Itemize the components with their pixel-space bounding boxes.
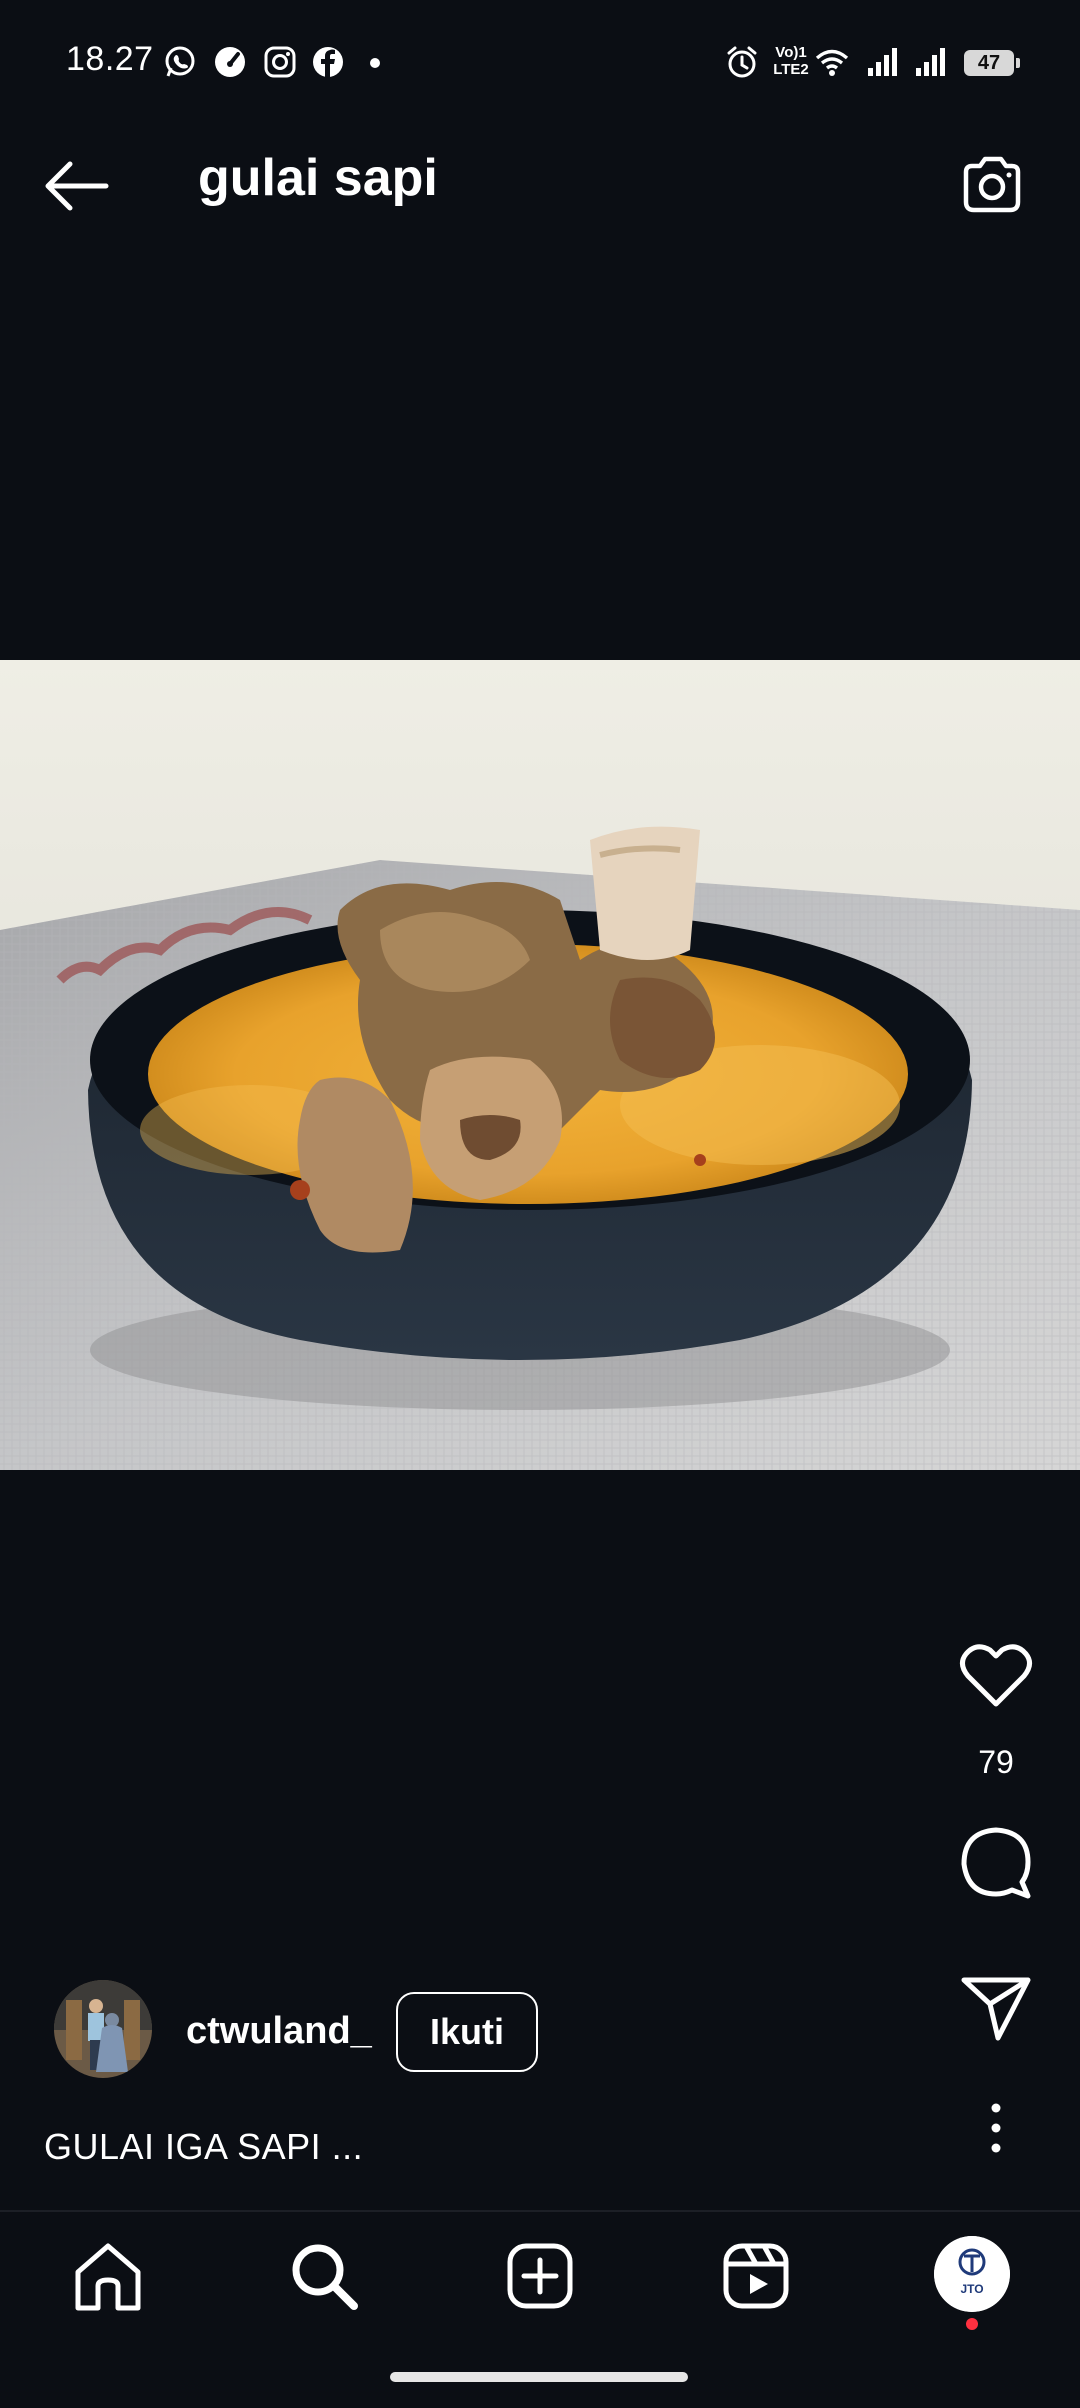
post-caption[interactable]: GULAI IGA SAPI ... [44, 2126, 363, 2168]
like-count: 79 [978, 1744, 1014, 1780]
username[interactable]: ctwuland_ [186, 2010, 372, 2053]
volte-label-2: LTE2 [773, 61, 809, 78]
more-options-icon[interactable] [976, 2098, 1016, 2158]
signal-icon [916, 48, 945, 76]
volte-icon: Vo)1 LTE2 [770, 44, 812, 80]
follow-button[interactable]: Ikuti [396, 1992, 538, 2072]
share-button[interactable] [956, 1968, 1036, 2048]
profile-avatar[interactable]: JTO [934, 2236, 1010, 2312]
wifi-icon [815, 49, 849, 76]
search-icon[interactable] [284, 2236, 364, 2316]
create-icon[interactable] [500, 2236, 580, 2316]
jto-logo [934, 2236, 1010, 2312]
nav-divider [0, 2210, 1080, 2212]
home-icon[interactable] [68, 2236, 148, 2316]
status-bar: 18.27 Vo)1 LTE2 47 [0, 0, 1080, 100]
instagram-icon [264, 46, 296, 78]
status-time: 18.27 [66, 40, 154, 78]
post-photo[interactable] [0, 660, 1080, 1470]
speedometer-icon [215, 47, 245, 77]
avatar[interactable] [54, 1980, 152, 2078]
like-button[interactable] [956, 1636, 1036, 1716]
notification-dot [966, 2318, 978, 2330]
home-indicator[interactable] [390, 2372, 688, 2382]
volte-label-1: Vo)1 [775, 44, 807, 61]
alarm-icon [727, 46, 757, 78]
comment-button[interactable] [956, 1822, 1036, 1902]
page-title: gulai sapi [198, 149, 438, 207]
profile-logo-text: JTO [960, 2282, 984, 2296]
whatsapp-icon [165, 46, 195, 77]
reels-icon[interactable] [716, 2236, 796, 2316]
back-button[interactable] [40, 150, 112, 222]
battery-icon: 47 [964, 50, 1020, 76]
signal-icon [868, 48, 897, 76]
dot-icon [370, 58, 380, 68]
facebook-icon [313, 47, 343, 77]
camera-icon[interactable] [952, 146, 1032, 226]
